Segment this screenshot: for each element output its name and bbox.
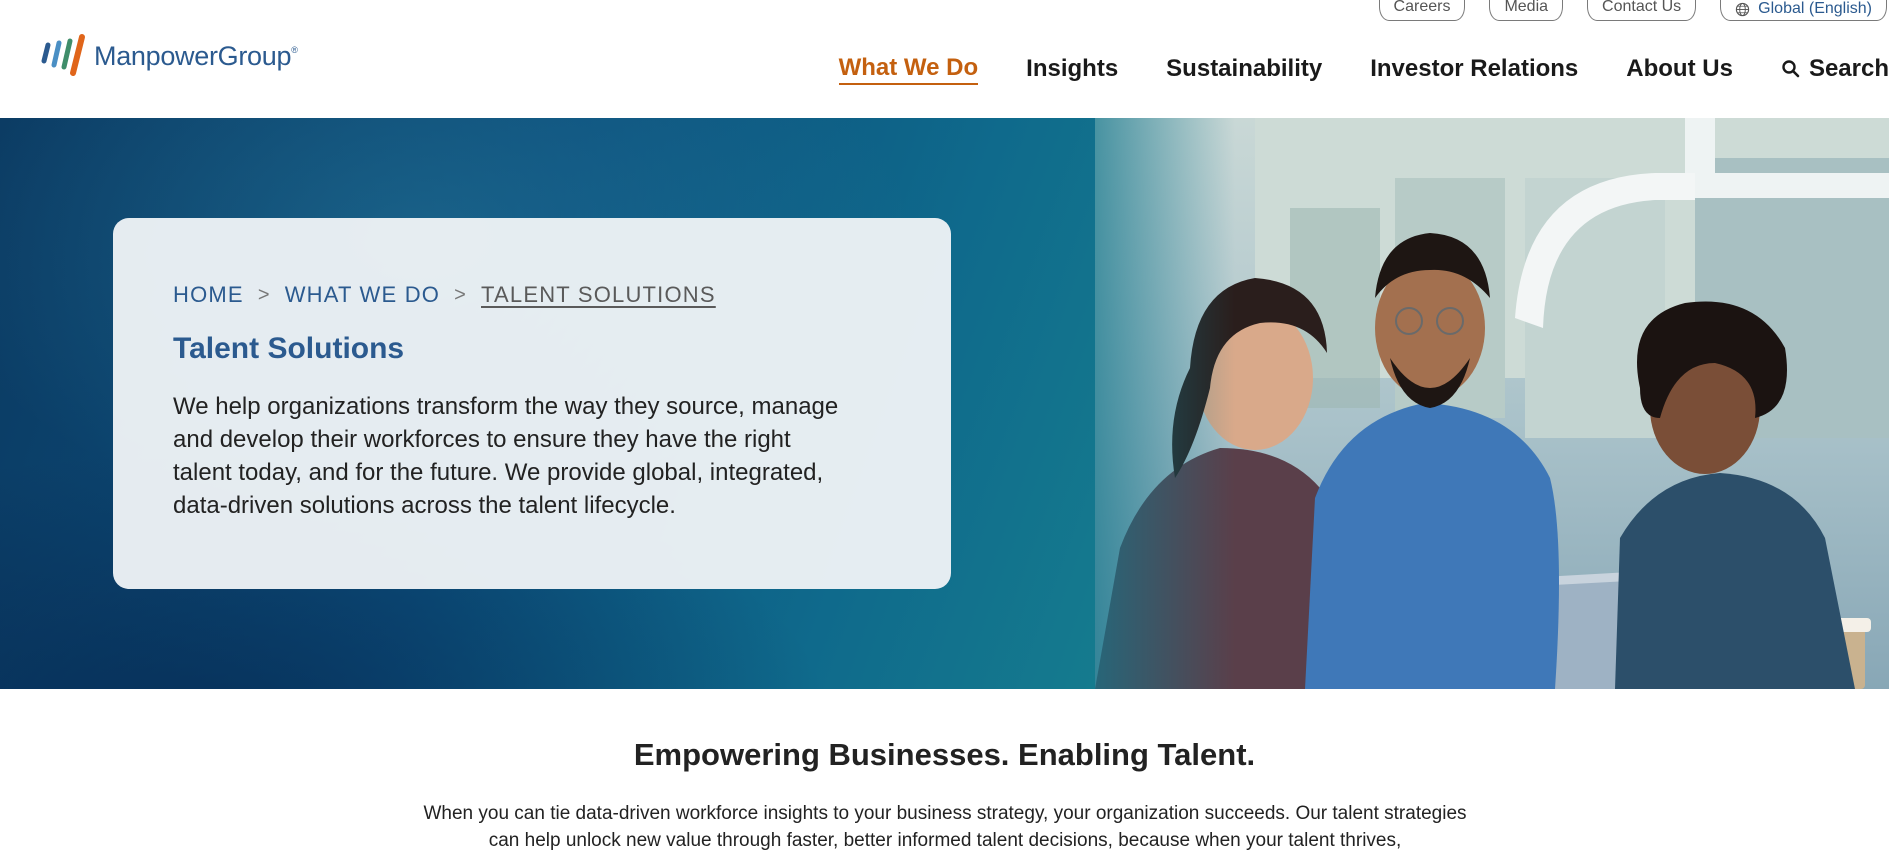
section-intro-text: When you can tie data-driven workforce i…	[423, 803, 1467, 851]
breadcrumb: HOME > WHAT WE DO > TALENT SOLUTIONS	[173, 282, 891, 308]
breadcrumb-separator: >	[257, 283, 271, 306]
nav-item-sustainability[interactable]: Sustainability	[1166, 52, 1322, 86]
photo-fade-overlay	[1095, 118, 1235, 689]
breadcrumb-home[interactable]: HOME	[173, 282, 244, 308]
search-button[interactable]: Search	[1781, 52, 1889, 86]
hero-banner: HOME > WHAT WE DO > TALENT SOLUTIONS Tal…	[0, 118, 1889, 689]
section-heading: Empowering Businesses. Enabling Talent.	[633, 737, 1256, 772]
nav-item-insights[interactable]: Insights	[1026, 52, 1118, 86]
nav-item-what-we-do[interactable]: What We Do	[838, 53, 979, 85]
logo-wordmark: ManpowerGroup®	[94, 40, 298, 71]
page-title: Talent Solutions	[173, 332, 405, 365]
main-nav: What We Do Insights Sustainability Inves…	[791, 52, 1889, 86]
nav-item-about-us[interactable]: About Us	[1626, 52, 1733, 86]
nav-item-investor-relations[interactable]: Investor Relations	[1370, 52, 1578, 86]
breadcrumb-talent-solutions[interactable]: TALENT SOLUTIONS	[481, 282, 716, 308]
media-link[interactable]: Media	[1489, 0, 1564, 21]
globe-icon	[1736, 2, 1750, 16]
manpowergroup-logo[interactable]: ManpowerGroup®	[38, 30, 298, 80]
logo-mark-icon	[41, 34, 85, 76]
search-icon	[1782, 60, 1800, 78]
site-header: ManpowerGroup® Careers Media Contact Us …	[0, 0, 1889, 118]
language-label: Global (English)	[1758, 0, 1872, 17]
careers-link[interactable]: Careers	[1378, 0, 1466, 21]
search-label: Search	[1808, 55, 1889, 82]
hero-photo-people-at-laptop	[1095, 118, 1889, 689]
utility-nav: Careers Media Contact Us Global (English…	[1378, 0, 1887, 21]
contact-us-link[interactable]: Contact Us	[1587, 0, 1697, 21]
breadcrumb-what-we-do[interactable]: WHAT WE DO	[285, 282, 440, 308]
hero-description: We help organizations transform the way …	[173, 393, 839, 519]
breadcrumb-separator: >	[454, 283, 467, 306]
hero-card: HOME > WHAT WE DO > TALENT SOLUTIONS Tal…	[113, 218, 951, 589]
language-selector[interactable]: Global (English)	[1720, 0, 1887, 21]
